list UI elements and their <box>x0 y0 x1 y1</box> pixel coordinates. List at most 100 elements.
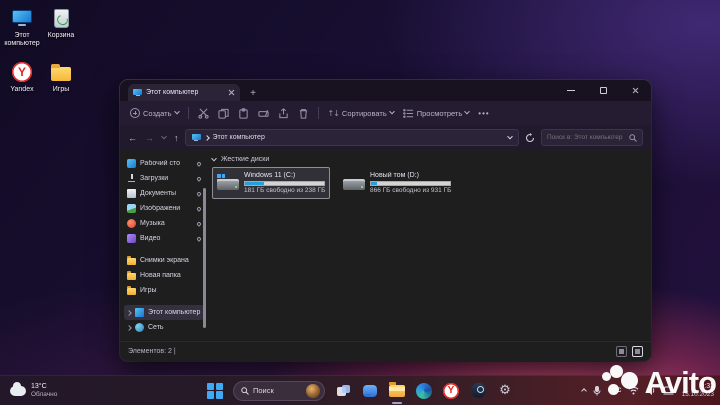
recent-locations-chevron-icon[interactable] <box>161 133 167 139</box>
pin-icon <box>196 175 202 182</box>
address-dropdown-icon[interactable] <box>507 133 513 139</box>
folder-icon <box>389 382 405 397</box>
desktop-icon-games[interactable]: Игры <box>43 60 79 114</box>
new-tab-button[interactable]: + <box>246 87 260 101</box>
maximize-button[interactable] <box>587 80 619 101</box>
group-header-hard-disks[interactable]: Жесткие диски <box>211 155 645 163</box>
settings-button[interactable]: ⚙ <box>496 382 514 400</box>
sidebar-item-network[interactable]: Сеть <box>124 320 204 335</box>
drive-d-tile[interactable]: Новый том (D:) 866 ГБ свободно из 931 ГБ <box>338 167 456 199</box>
file-explorer-button[interactable] <box>388 382 406 404</box>
sidebar-scrollbar[interactable] <box>203 188 206 328</box>
desktop-icon-this-pc[interactable]: Этот компьютер <box>2 6 42 60</box>
task-view-button[interactable] <box>334 382 352 400</box>
up-button[interactable]: ↑ <box>174 133 179 143</box>
sidebar-item-this-pc[interactable]: Этот компьютер <box>124 305 204 320</box>
copy-icon[interactable] <box>217 108 229 119</box>
sidebar-item-screenshots[interactable]: Снимки экрана <box>124 253 204 268</box>
sidebar-item-new-folder[interactable]: Новая папка <box>124 268 204 283</box>
this-pc-icon <box>133 88 142 97</box>
music-icon <box>127 219 136 228</box>
command-bar: Создать ↑↓ Сортировать Просмотреть ••• <box>120 101 651 125</box>
delete-icon[interactable] <box>298 108 309 119</box>
desktop-icon-label: Корзина <box>47 32 75 39</box>
tab-this-pc[interactable]: Этот компьютер <box>128 84 240 101</box>
desktop-icon <box>127 159 136 168</box>
search-input[interactable] <box>547 134 629 141</box>
sidebar-item-games[interactable]: Игры <box>124 283 204 298</box>
sidebar-item-pictures[interactable]: Изображени <box>124 201 204 216</box>
avito-wordmark: Avito <box>644 365 717 400</box>
desktop-icon-yandex[interactable]: Y Yandex <box>2 60 42 114</box>
pin-icon <box>196 220 202 227</box>
widgets-weather-button[interactable]: 13°C Облачно <box>10 381 57 399</box>
chevron-right-icon <box>203 134 210 141</box>
weather-temp: 13°C <box>31 382 47 390</box>
back-button[interactable]: ← <box>128 133 137 143</box>
desktop-icon-label: Игры <box>52 86 70 93</box>
cloud-icon <box>10 381 26 396</box>
desktop-icon-recycle-bin[interactable]: Корзина <box>43 6 79 60</box>
tab-bar: Этот компьютер + <box>120 80 651 101</box>
chat-button[interactable] <box>361 382 379 400</box>
breadcrumb[interactable]: Этот компьютер <box>184 129 519 146</box>
expand-chevron-icon[interactable] <box>126 324 132 331</box>
capacity-bar <box>370 180 451 186</box>
sidebar-item-video[interactable]: Видео <box>124 231 204 246</box>
chevron-down-icon <box>464 108 471 115</box>
chevron-down-icon <box>388 108 395 115</box>
close-button[interactable] <box>619 80 651 101</box>
more-options-button[interactable]: ••• <box>478 109 489 118</box>
network-icon <box>135 323 144 332</box>
new-label: Создать <box>143 108 172 118</box>
file-list: Жесткие диски Windows 11 (C:) 181 ГБ сво… <box>206 150 651 341</box>
steam-button[interactable] <box>469 382 487 400</box>
start-button[interactable] <box>206 382 224 400</box>
drive-c-tile[interactable]: Windows 11 (C:) 181 ГБ свободно из 238 Г… <box>212 167 330 199</box>
view-button[interactable]: Просмотреть <box>402 108 471 119</box>
edge-icon <box>416 382 432 399</box>
sort-button[interactable]: ↑↓ Сортировать <box>328 108 395 118</box>
new-button[interactable]: Создать <box>130 108 180 118</box>
nav-buttons: ← → ↑ <box>128 133 179 143</box>
forward-button[interactable]: → <box>145 133 154 143</box>
folder-icon <box>127 271 136 280</box>
yandex-icon: Y <box>12 62 32 82</box>
expand-chevron-icon[interactable] <box>126 309 132 316</box>
refresh-icon[interactable] <box>525 132 535 143</box>
taskbar-search[interactable]: Поиск <box>233 380 325 401</box>
status-bar: Элементов: 2 | <box>120 341 651 361</box>
sidebar-item-music[interactable]: Музыка <box>124 216 204 231</box>
sidebar-item-downloads[interactable]: Загрузки <box>124 171 204 186</box>
edge-button[interactable] <box>415 382 433 400</box>
minimize-button[interactable] <box>555 80 587 101</box>
drive-free-space: 866 ГБ свободно из 931 ГБ <box>370 187 452 194</box>
details-view-button[interactable] <box>616 346 627 357</box>
sidebar-item-documents[interactable]: Документы <box>124 186 204 201</box>
items-count: Элементов: 2 | <box>128 348 176 355</box>
icons-view-button[interactable] <box>632 346 643 357</box>
tray-overflow-chevron-icon[interactable] <box>581 387 588 394</box>
paste-icon[interactable] <box>238 107 249 119</box>
pin-icon <box>196 190 202 197</box>
desktop: Этот компьютер Корзина Y Yandex Игры Это… <box>0 0 720 405</box>
sidebar-item-desktop[interactable]: Рабочий сто <box>124 156 204 171</box>
active-app-indicator <box>392 401 402 404</box>
desktop-icon-label: Этот компьютер <box>4 32 40 47</box>
yandex-icon: Y <box>443 382 459 399</box>
rename-icon[interactable] <box>257 108 269 119</box>
cut-icon[interactable] <box>197 108 209 119</box>
downloads-icon <box>127 174 136 183</box>
pin-icon <box>196 160 202 167</box>
yandex-browser-button[interactable]: Y <box>442 382 460 400</box>
folder-icon <box>127 256 136 265</box>
microphone-icon[interactable] <box>593 385 601 396</box>
sort-label: Сортировать <box>341 108 387 118</box>
share-icon[interactable] <box>278 107 289 119</box>
search-box[interactable] <box>541 129 643 146</box>
this-pc-icon <box>135 308 144 317</box>
avito-logo-icon <box>601 365 640 401</box>
tab-close-icon[interactable] <box>228 89 235 96</box>
documents-icon <box>127 189 136 198</box>
chevron-down-icon <box>173 108 180 115</box>
